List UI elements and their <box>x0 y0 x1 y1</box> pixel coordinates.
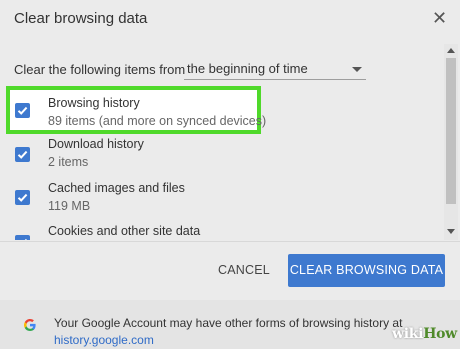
scrollbar-thumb[interactable] <box>446 58 456 204</box>
footer-text: Your Google Account may have other forms… <box>54 316 403 330</box>
time-range-label: Clear the following items from <box>14 62 186 77</box>
close-icon[interactable]: ✕ <box>432 8 447 29</box>
dropdown-arrow-icon <box>352 67 362 72</box>
dialog-title: Clear browsing data <box>14 10 148 27</box>
watermark-part1: wiki <box>392 326 424 342</box>
list-item: Cookies and other site data <box>0 222 440 240</box>
divider <box>0 241 460 242</box>
history-link[interactable]: history.google.com <box>54 333 154 347</box>
clear-browsing-data-dialog: Clear browsing data ✕ Clear the followin… <box>0 0 460 349</box>
browsing-history-checkbox[interactable] <box>15 103 30 118</box>
item-label: Cookies and other site data <box>48 224 201 238</box>
clear-browsing-data-button[interactable]: CLEAR BROWSING DATA <box>288 254 445 287</box>
time-range-select[interactable]: the beginning of time <box>184 59 366 80</box>
wikihow-watermark: wikiHow <box>392 326 457 342</box>
google-icon <box>24 319 36 331</box>
cached-images-checkbox[interactable] <box>15 190 30 205</box>
cancel-button[interactable]: CANCEL <box>208 255 280 285</box>
list-item: Browsing history 89 items (and more on s… <box>0 90 440 136</box>
item-label: Browsing history <box>48 96 140 110</box>
download-history-checkbox[interactable] <box>15 147 30 162</box>
list-item: Cached images and files 119 MB <box>0 178 440 224</box>
item-detail: 89 items (and more on synced devices) <box>48 114 267 128</box>
time-range-value: the beginning of time <box>187 61 308 76</box>
items-list: Browsing history 89 items (and more on s… <box>0 86 446 240</box>
watermark-part2: How <box>423 326 457 342</box>
item-detail: 119 MB <box>48 199 91 213</box>
scrollbar[interactable] <box>444 44 458 240</box>
item-detail: 2 items <box>48 155 89 169</box>
cookies-checkbox[interactable] <box>15 235 30 240</box>
item-label: Download history <box>48 137 144 151</box>
list-item: Download history 2 items <box>0 134 440 180</box>
item-label: Cached images and files <box>48 181 185 195</box>
scroll-up-icon[interactable] <box>447 48 455 53</box>
scroll-down-icon[interactable] <box>447 229 455 234</box>
